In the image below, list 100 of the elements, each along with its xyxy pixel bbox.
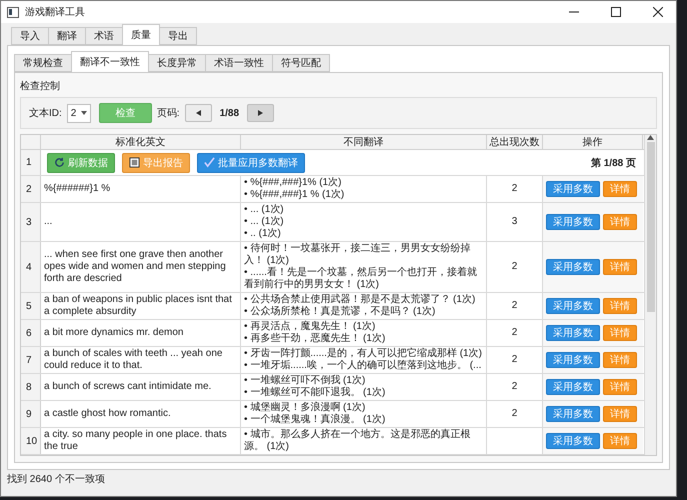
translation-item: • 城堡幽灵！多浪漫啊 (1次)	[244, 402, 366, 414]
toolbar-button[interactable]: 刷新数据	[47, 152, 115, 172]
count-text: 2	[512, 408, 518, 420]
row-number: 8	[21, 374, 41, 400]
details-button[interactable]: 详情	[603, 214, 637, 230]
translation-item: • 一堆牙垢......唉，一个人的确可以堕落到这地步。 (...	[244, 360, 482, 372]
translation-item: • %{###,###}1 % (1次)	[244, 189, 344, 201]
translation-item: • 一堆螺丝可吓不倒我 (1次)	[244, 375, 366, 386]
details-button[interactable]: 详情	[603, 433, 637, 449]
window-title: 游戏翻译工具	[25, 6, 86, 19]
caret-icon	[80, 111, 87, 115]
translation-item: • 待何时！一坟墓张开，接二连三，男男女女纷纷掉入！ (1次)	[244, 243, 472, 266]
toolbar-button[interactable]: 导出报告	[122, 152, 190, 172]
up-arrow-icon	[647, 135, 654, 140]
translation-item: • 一个城堡鬼魂！真浪漫。 (1次)	[244, 414, 386, 426]
row-number: 2	[21, 176, 41, 202]
translation-item: • 公众场所禁枪！真是荒谬，不是吗？ (1次)	[244, 306, 436, 318]
translation-item: • 一堆螺丝可不能吓退我。 (1次)	[244, 387, 386, 399]
details-button[interactable]: 详情	[603, 352, 637, 368]
details-button[interactable]: 详情	[603, 406, 637, 422]
row-number: 1	[21, 150, 41, 175]
column-header: 标准化英文	[41, 135, 241, 149]
previous-page-button[interactable]	[184, 104, 212, 122]
count-text: 2	[512, 261, 518, 273]
adopt-majority-button[interactable]: 采用多数	[546, 181, 600, 197]
document-icon	[129, 157, 140, 168]
adopt-majority-button[interactable]: 采用多数	[546, 325, 600, 341]
maximize-icon	[611, 7, 621, 17]
english-text: a bit more dynamics mr. demon	[44, 327, 184, 339]
translation-item: • 城市。那么多人挤在一个地方。这是邪恶的真正根源。 (1次)	[244, 429, 472, 453]
left-triangle-icon	[196, 110, 201, 116]
main-tab[interactable]: 导出	[159, 27, 197, 45]
status-text: 找到 2640 个不一致项	[6, 472, 106, 487]
count-text: 3	[512, 216, 518, 228]
text-id-label: 文本ID:	[29, 106, 62, 120]
minimize-icon	[569, 11, 579, 13]
sub-tab[interactable]: 符号匹配	[272, 54, 330, 72]
right-triangle-icon	[258, 110, 264, 116]
translation-item: • ... (1次)	[244, 216, 284, 228]
adopt-majority-button[interactable]: 采用多数	[546, 214, 600, 230]
row-number: 5	[21, 293, 41, 319]
row-number: 6	[21, 320, 41, 346]
sub-tab[interactable]: 术语一致性	[205, 54, 273, 72]
column-header: 不同翻译	[241, 135, 487, 149]
main-tab[interactable]: 质量	[122, 24, 160, 45]
details-button[interactable]: 详情	[603, 298, 637, 314]
adopt-majority-button[interactable]: 采用多数	[546, 379, 600, 395]
details-button[interactable]: 详情	[603, 259, 637, 275]
adopt-majority-button[interactable]: 采用多数	[546, 433, 600, 449]
english-text: a bunch of scales with teeth ... yeah one could reduce it to that.	[44, 348, 224, 372]
english-text: a castle ghost how romantic.	[44, 408, 171, 420]
english-text: ...	[44, 216, 52, 228]
english-text: ... when see first one grave then another opes wide and women and men stepping forth are descried	[44, 249, 227, 285]
english-text: a city. so many people in one place. thats the true	[44, 429, 228, 453]
translation-item: • ... (1次)	[244, 204, 284, 216]
refresh-icon	[54, 157, 65, 168]
adopt-majority-button[interactable]: 采用多数	[546, 406, 600, 422]
adopt-majority-button[interactable]: 采用多数	[546, 259, 600, 275]
checkmark-icon	[204, 157, 215, 168]
count-text: 2	[512, 300, 518, 312]
row-number: 3	[21, 203, 41, 241]
row-number: 4	[21, 242, 41, 292]
english-text: %{######}1 %	[44, 183, 110, 195]
count-text: 2	[512, 381, 518, 393]
sub-tab[interactable]: 长度异常	[148, 54, 206, 72]
row-number: 9	[21, 401, 41, 427]
app-icon	[7, 6, 19, 18]
details-button[interactable]: 详情	[603, 325, 637, 341]
group-title: 检查控制	[20, 80, 61, 93]
english-text: a ban of weapons in public places isnt that a complete absurdity	[44, 294, 233, 318]
adopt-majority-button[interactable]: 采用多数	[546, 298, 600, 314]
column-header: 总出现次数	[487, 135, 543, 149]
english-text: a bunch of screws cant intimidate me.	[44, 381, 212, 393]
close-icon	[653, 7, 663, 17]
translation-item: • ......看！先是一个坟墓，然后另一个也打开，接着就看到前行中的男男女女！ (1次)	[244, 267, 478, 291]
count-text: 2	[512, 354, 518, 366]
adopt-majority-button[interactable]: 采用多数	[546, 352, 600, 368]
scroll-bar[interactable]	[644, 135, 656, 455]
page-reading: 1/88	[220, 108, 240, 118]
translation-item: • 牙齿一阵打颤......是的，有人可以把它缩成那样 (1次)	[244, 348, 482, 360]
details-button[interactable]: 详情	[603, 379, 637, 395]
toolbar-button[interactable]: 批量应用多数翻译	[197, 152, 305, 172]
translation-item: • 再多些干劲，恶魔先生！ (1次)	[244, 333, 386, 345]
main-tab[interactable]: 术语	[85, 27, 123, 45]
row-number: 7	[21, 347, 41, 373]
translation-item: • .. (1次)	[244, 228, 281, 240]
count-text: 2	[512, 327, 518, 339]
next-page-button[interactable]	[247, 104, 274, 122]
main-tab[interactable]: 导入	[11, 27, 49, 45]
check-button[interactable]: 检查	[98, 103, 152, 123]
main-tab[interactable]: 翻译	[48, 27, 86, 45]
translation-item: • 再灵活点，魔鬼先生！ (1次)	[244, 321, 376, 332]
row-number: 10	[21, 428, 41, 454]
details-button[interactable]: 详情	[603, 181, 637, 197]
count-text: 2	[512, 183, 518, 195]
translation-item: • %{###,###}1% (1次)	[244, 177, 342, 189]
page-info: 第 1/88 页	[590, 156, 636, 170]
sub-tab[interactable]: 常规检查	[14, 54, 72, 72]
translation-item: • 公共场合禁止使用武器！那是不是太荒谬了？ (1次)	[244, 294, 476, 306]
text-id-dropdown[interactable]: 2	[66, 104, 91, 122]
